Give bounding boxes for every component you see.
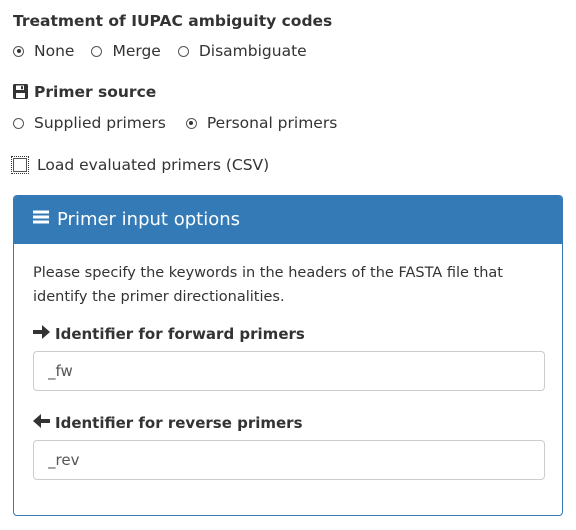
iupac-heading: Treatment of IUPAC ambiguity codes xyxy=(13,12,332,30)
reverse-identifier-label-text: Identifier for reverse primers xyxy=(55,414,303,432)
radio-personal-primers[interactable] xyxy=(185,117,197,129)
radio-merge[interactable] xyxy=(91,45,103,57)
primer-source-heading: Primer source xyxy=(13,83,156,103)
load-evaluated-primers-label: Load evaluated primers (CSV) xyxy=(37,156,270,174)
load-evaluated-primers-checkbox[interactable] xyxy=(11,156,29,174)
iupac-option-disambiguate[interactable]: Disambiguate xyxy=(177,42,307,60)
radio-supplied-primers[interactable] xyxy=(13,117,24,129)
forward-identifier-label: Identifier for forward primers xyxy=(33,325,305,343)
floppy-disk-icon xyxy=(13,84,28,103)
radio-label-personal-primers: Personal primers xyxy=(206,114,338,132)
panel-description: Please specify the keywords in the heade… xyxy=(33,265,503,305)
load-evaluated-primers-option[interactable]: Load evaluated primers (CSV) xyxy=(11,156,270,174)
primer-source-radio-group: Supplied primers Personal primers xyxy=(13,114,354,132)
forward-identifier-input[interactable] xyxy=(33,351,545,391)
forward-identifier-label-text: Identifier for forward primers xyxy=(55,325,305,343)
panel-heading: Primer input options xyxy=(14,196,562,244)
reverse-identifier-input[interactable] xyxy=(33,440,545,480)
iupac-option-merge[interactable]: Merge xyxy=(91,42,161,60)
iupac-option-none[interactable]: None xyxy=(13,42,74,60)
arrow-left-icon xyxy=(33,414,50,432)
reverse-identifier-label: Identifier for reverse primers xyxy=(33,414,303,432)
iupac-heading-label: Treatment of IUPAC ambiguity codes xyxy=(13,12,333,30)
radio-disambiguate[interactable] xyxy=(177,45,189,57)
radio-label-none: None xyxy=(34,42,75,60)
radio-label-supplied-primers: Supplied primers xyxy=(34,114,166,132)
radio-none[interactable] xyxy=(13,45,24,57)
arrow-right-icon xyxy=(33,325,50,343)
radio-label-disambiguate: Disambiguate xyxy=(198,42,307,60)
radio-label-merge: Merge xyxy=(112,42,161,60)
panel-title: Primer input options xyxy=(57,209,240,230)
primer-input-options-panel: Primer input options Please specify the … xyxy=(13,195,563,516)
hamburger-menu-icon xyxy=(33,209,49,230)
primer-settings-form: Treatment of IUPAC ambiguity codes None … xyxy=(0,0,576,530)
primer-source-heading-label: Primer source xyxy=(34,83,157,101)
iupac-radio-group: None Merge Disambiguate xyxy=(13,42,324,60)
primer-source-option-personal[interactable]: Personal primers xyxy=(185,114,338,132)
primer-source-option-supplied[interactable]: Supplied primers xyxy=(13,114,166,132)
